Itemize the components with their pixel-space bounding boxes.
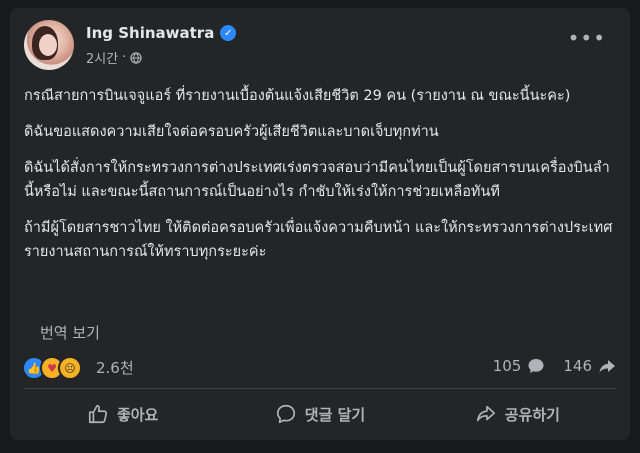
actions-divider (24, 388, 616, 389)
post-paragraph: กรณีสายการบินเจจูแอร์ ที่รายงานเบื้องต้น… (24, 88, 571, 104)
post-card: Ing Shinawatra ✓ 2시간 · ••• กรณีสายการบิน… (10, 8, 630, 440)
post-body: กรณีสายการบินเจจูแอร์ ที่รายงานเบื้องต้น… (24, 84, 619, 276)
avatar-face (39, 34, 57, 56)
more-options-icon[interactable]: ••• (568, 26, 606, 50)
post-actions: 좋아요 댓글 달기 공유하기 (24, 392, 616, 436)
comment-label: 댓글 달기 (304, 405, 366, 424)
reactions-bar: 👍 ♥ ☹ 2.6천 105 146 (22, 356, 616, 380)
share-icon (476, 405, 495, 422)
reaction-count[interactable]: 2.6천 (96, 357, 134, 378)
share-arrow-icon (599, 360, 615, 373)
separator-dot: · (122, 50, 127, 65)
like-label: 좋아요 (116, 405, 159, 424)
share-stat[interactable]: 146 (563, 357, 616, 375)
comment-bubble-icon (528, 359, 544, 373)
globe-icon (130, 51, 142, 64)
post-header: Ing Shinawatra ✓ 2시간 · ••• (24, 20, 616, 72)
comment-icon (276, 404, 295, 424)
share-button[interactable]: 공유하기 (419, 392, 616, 436)
post-meta: 2시간 · (86, 48, 142, 67)
share-label: 공유하기 (504, 405, 560, 424)
author-name[interactable]: Ing Shinawatra (86, 24, 214, 42)
verified-badge-icon: ✓ (220, 25, 237, 41)
author-name-row: Ing Shinawatra ✓ (86, 24, 237, 42)
share-count: 146 (563, 357, 592, 375)
comment-count: 105 (492, 357, 522, 375)
author-avatar[interactable] (24, 20, 74, 70)
post-paragraph: ดิฉันขอแสดงความเสียใจต่อครอบครัวผู้เสียช… (24, 124, 439, 140)
reaction-icons[interactable]: 👍 ♥ ☹ (22, 356, 82, 380)
comment-button[interactable]: 댓글 달기 (221, 392, 418, 436)
post-paragraph: ถ้ามีผู้โดยสารชาวไทย ให้ติดต่อครอบครัวเพ… (24, 220, 613, 260)
post-time[interactable]: 2시간 (86, 48, 118, 67)
engagement-stats: 105 146 (493, 357, 616, 375)
like-button[interactable]: 좋아요 (24, 392, 221, 436)
see-translation-link[interactable]: 번역 보기 (40, 322, 100, 343)
comment-stat[interactable]: 105 (493, 357, 546, 375)
post-paragraph: ดิฉันได้สั่งการให้กระทรวงการต่างประเทศเร… (24, 160, 610, 200)
thumbs-up-icon (88, 404, 107, 424)
sad-reaction-icon: ☹ (58, 356, 82, 380)
